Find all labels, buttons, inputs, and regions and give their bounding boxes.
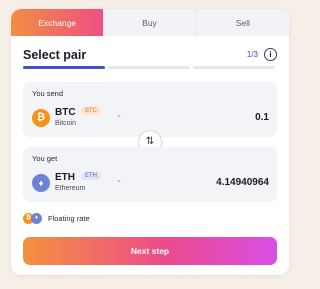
step-progress: [23, 66, 275, 69]
step-counter: 1/3: [246, 50, 258, 59]
rate-label: Floating rate: [48, 214, 90, 223]
exchange-widget: Exchange Buy Sell Select pair 1/3 i You …: [11, 9, 289, 275]
send-coin-symbol[interactable]: BTC: [55, 107, 76, 118]
progress-segment-2: [108, 66, 190, 69]
tab-sell[interactable]: Sell: [196, 9, 289, 36]
tab-buy[interactable]: Buy: [103, 9, 197, 36]
get-coin-name: Ethereum: [55, 185, 86, 192]
tab-bar: Exchange Buy Sell: [11, 9, 289, 36]
next-step-button[interactable]: Next step: [23, 237, 277, 265]
page-title: Select pair: [23, 48, 87, 62]
get-label: You get: [32, 154, 58, 163]
info-icon[interactable]: i: [264, 48, 277, 61]
get-amount: 4.14940964: [216, 177, 269, 188]
get-coin-badge: ETH: [81, 172, 101, 180]
progress-segment-1: [23, 66, 105, 69]
send-coin-badge: BTC: [81, 107, 101, 115]
ethereum-icon: ♦: [32, 174, 50, 192]
tab-exchange[interactable]: Exchange: [11, 9, 104, 36]
send-coin-name: Bitcoin: [55, 120, 77, 127]
send-label: You send: [32, 89, 64, 98]
ethereum-icon: ♦: [31, 213, 42, 224]
chevron-down-icon[interactable]: ⌄: [116, 111, 122, 119]
send-amount-input[interactable]: 0.1: [255, 112, 269, 123]
chevron-down-icon[interactable]: ⌄: [116, 176, 122, 184]
rate-type[interactable]: ₿ ♦ Floating rate: [23, 213, 90, 224]
send-panel: You send ₿ BTC BTC Bitcoin ⌄ 0.1: [23, 82, 277, 137]
header: Select pair 1/3 i: [11, 36, 289, 64]
progress-segment-3: [193, 66, 275, 69]
get-coin-symbol[interactable]: ETH: [55, 172, 75, 183]
get-panel: You get ♦ ETH ETH Ethereum ⌄ 4.14940964: [23, 147, 277, 202]
bitcoin-icon: ₿: [32, 109, 50, 127]
